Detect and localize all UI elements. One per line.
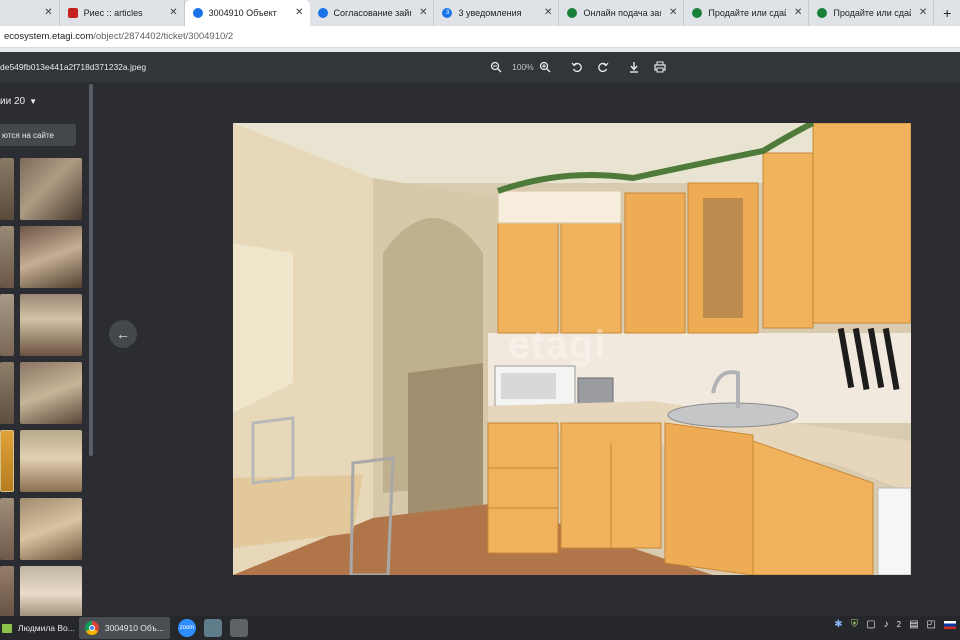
tab-1[interactable]: Риес :: articles ✕ <box>60 0 185 26</box>
main-photo: etagi <box>233 123 911 575</box>
photo-count-label: ии 20 <box>0 96 26 107</box>
address-bar[interactable]: ecosystem.etagi.com/object/2874402/ticke… <box>0 26 960 48</box>
notification-icon: 3 <box>442 8 453 18</box>
clipboard-icon[interactable]: ▢ <box>866 619 875 630</box>
tab-title: Риес :: articles <box>83 8 143 18</box>
tab-title: Онлайн подача заявки <box>583 8 661 18</box>
taskbar: Людмила Во... 3004910 Объ... zoom ✱ ⛨ ▢ … <box>0 616 960 640</box>
caret-down-icon: ▼ <box>29 97 37 106</box>
watermark-text: etagi <box>508 323 607 367</box>
tab-title: Продайте или сдайте в <box>708 8 786 18</box>
scrollbar[interactable] <box>89 84 93 456</box>
close-icon[interactable]: ✕ <box>919 7 927 18</box>
visible-on-site-label: ются на сайте <box>2 130 54 140</box>
photo-thumbnail[interactable] <box>0 430 14 492</box>
zoom-level: 100% <box>512 62 534 72</box>
tab-title: Согласование займа Гл <box>333 8 412 18</box>
bluetooth-icon[interactable]: ✱ <box>834 619 842 630</box>
download-icon[interactable] <box>626 59 642 75</box>
tab-strip: ✕ Риес :: articles ✕ 3004910 Объект ✕ Со… <box>0 0 960 26</box>
close-icon[interactable]: ✕ <box>544 7 552 18</box>
globe-icon <box>317 8 328 18</box>
system-tray: ✱ ⛨ ▢ ♪ 2 ▤ ◰ <box>834 619 956 630</box>
security-shield-icon[interactable]: ⛨ <box>851 619 859 630</box>
notification-bell-icon[interactable]: ♪ <box>884 619 889 630</box>
photo-count-dropdown[interactable]: ии 20 ▼ <box>0 96 37 107</box>
house-icon <box>567 8 578 18</box>
close-icon[interactable]: ✕ <box>794 7 802 18</box>
tab-title: 3004910 Объект <box>208 8 277 18</box>
tab-3[interactable]: Согласование займа Гл ✕ <box>310 0 435 26</box>
photo-sidebar: ии 20 ▼ ются на сайте <box>0 82 96 628</box>
photo-thumbnail[interactable] <box>0 498 14 560</box>
print-icon[interactable] <box>652 59 668 75</box>
visible-on-site-button[interactable]: ются на сайте <box>0 124 76 146</box>
tab-2[interactable]: 3004910 Объект ✕ <box>184 0 310 26</box>
zoom-app-icon[interactable]: zoom <box>177 619 196 637</box>
zoom-in-icon[interactable] <box>537 59 553 75</box>
new-tab-button[interactable]: + <box>934 0 960 26</box>
folder-icon <box>2 623 12 633</box>
photo-thumbnail[interactable] <box>0 158 14 220</box>
close-icon[interactable]: ✕ <box>44 7 52 18</box>
previous-photo-button[interactable]: ← <box>109 320 137 348</box>
close-icon[interactable]: ✕ <box>669 7 677 18</box>
russian-flag-icon[interactable] <box>944 620 956 629</box>
tab-0[interactable]: ✕ <box>0 0 60 26</box>
calculator-icon[interactable] <box>229 619 248 637</box>
notification-count: 2 <box>896 620 902 629</box>
zoom-app-label: zoom <box>179 625 195 631</box>
photo-thumbnail[interactable] <box>20 430 82 492</box>
tab-title: 3 уведомления <box>458 8 522 18</box>
photo-thumbnail[interactable] <box>20 362 82 424</box>
globe-icon <box>192 8 203 18</box>
close-icon[interactable]: ✕ <box>419 7 427 18</box>
taskbar-user-window[interactable]: Людмила Во... <box>0 617 75 639</box>
tab-4[interactable]: 3 3 уведомления ✕ <box>434 0 560 26</box>
rotate-right-icon[interactable] <box>595 59 611 75</box>
tab-6[interactable]: Продайте или сдайте в ✕ <box>684 0 810 26</box>
printer-icon[interactable]: ▤ <box>909 619 918 630</box>
tab-title: Продайте или сдайте в <box>833 8 911 18</box>
url-path: /object/2874402/ticket/3004910/2 <box>93 31 234 42</box>
tab-7[interactable]: Продайте или сдайте в ✕ <box>809 0 935 26</box>
photo-thumbnail[interactable] <box>20 498 82 560</box>
url-domain: ecosystem.etagi.com <box>4 31 94 42</box>
photo-thumbnail[interactable] <box>20 294 82 356</box>
file-name: de549fb013e441a2f718d371232a.jpeg <box>0 62 147 72</box>
photo-thumbnail[interactable] <box>20 226 82 288</box>
photo-thumbnail[interactable] <box>20 158 82 220</box>
photo-thumbnail[interactable] <box>0 226 14 288</box>
photo-thumbnail[interactable] <box>0 362 14 424</box>
arrow-left-icon: ← <box>116 326 130 342</box>
screenshot-icon[interactable]: ◰ <box>927 619 936 630</box>
site-favicon-icon <box>67 8 78 18</box>
app-launcher-icon[interactable] <box>203 619 222 637</box>
taskbar-window-label: Людмила Во... <box>18 623 75 633</box>
photo-thumbnail[interactable] <box>0 294 14 356</box>
house-icon <box>817 8 828 18</box>
close-icon[interactable]: ✕ <box>169 7 177 18</box>
taskbar-window-label: 3004910 Объ... <box>104 623 164 633</box>
rotate-left-icon[interactable] <box>569 59 585 75</box>
image-viewer-toolbar: de549fb013e441a2f718d371232a.jpeg 100% <box>0 52 960 82</box>
taskbar-chrome-window[interactable]: 3004910 Объ... <box>78 617 170 639</box>
chrome-icon <box>84 621 99 635</box>
tab-5[interactable]: Онлайн подача заявки ✕ <box>559 0 685 26</box>
house-icon <box>692 8 703 18</box>
zoom-out-icon[interactable] <box>488 59 504 75</box>
close-icon[interactable]: ✕ <box>295 7 303 18</box>
